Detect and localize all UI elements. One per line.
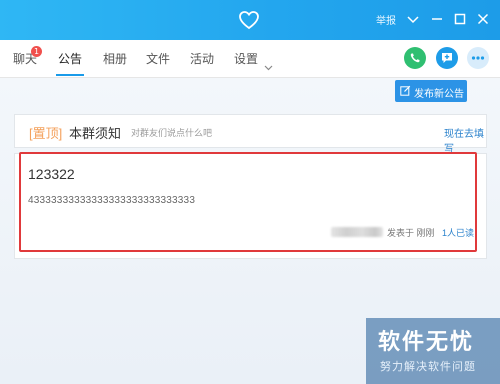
report-link[interactable]: 举报 <box>376 12 396 27</box>
watermark-title: 软件无忧 <box>378 330 475 355</box>
watermark: 软件无忧 努力解决软件问题 <box>366 318 500 384</box>
tab-activities[interactable]: 活动 <box>190 50 214 67</box>
minimize-icon[interactable] <box>428 10 446 28</box>
title-bar: 举报 <box>0 0 500 40</box>
close-icon[interactable] <box>474 10 492 28</box>
publish-notice-button[interactable]: 发布新公告 <box>395 80 467 102</box>
publish-notice-label: 发布新公告 <box>414 89 464 100</box>
add-notice-icon[interactable] <box>436 47 458 69</box>
fill-now-link[interactable]: 现在去填写 <box>444 125 486 155</box>
tab-album[interactable]: 相册 <box>103 50 127 67</box>
author-name-blurred <box>331 227 383 237</box>
tab-announcement[interactable]: 公告 <box>58 50 82 67</box>
pinned-title: 本群须知 <box>69 126 122 141</box>
notice-title: 123322 <box>28 166 75 182</box>
notice-body: 43333333333333333333333333333 <box>28 195 196 206</box>
watermark-subtitle: 努力解决软件问题 <box>380 360 476 373</box>
pinned-tag: [置顶] <box>29 126 63 141</box>
tab-files[interactable]: 文件 <box>146 50 170 67</box>
edit-icon <box>400 85 411 99</box>
read-count-link[interactable]: 1人已读 <box>442 226 474 239</box>
phone-icon[interactable] <box>404 47 426 69</box>
chevron-down-icon[interactable] <box>404 10 422 28</box>
heart-icon <box>238 9 260 31</box>
published-time: 发表于 刚刚 <box>387 228 435 238</box>
settings-chevron-down-icon[interactable] <box>264 56 273 75</box>
tab-settings[interactable]: 设置 <box>234 50 258 67</box>
pinned-notice-card: [置顶] 本群须知 对群友们说点什么吧 现在去填写 <box>14 114 487 155</box>
maximize-icon[interactable] <box>451 10 469 28</box>
pinned-hint: 对群友们说点什么吧 <box>131 128 213 138</box>
more-icon[interactable] <box>467 47 489 69</box>
unread-badge: 1 <box>31 46 42 57</box>
active-tab-indicator <box>56 74 84 76</box>
